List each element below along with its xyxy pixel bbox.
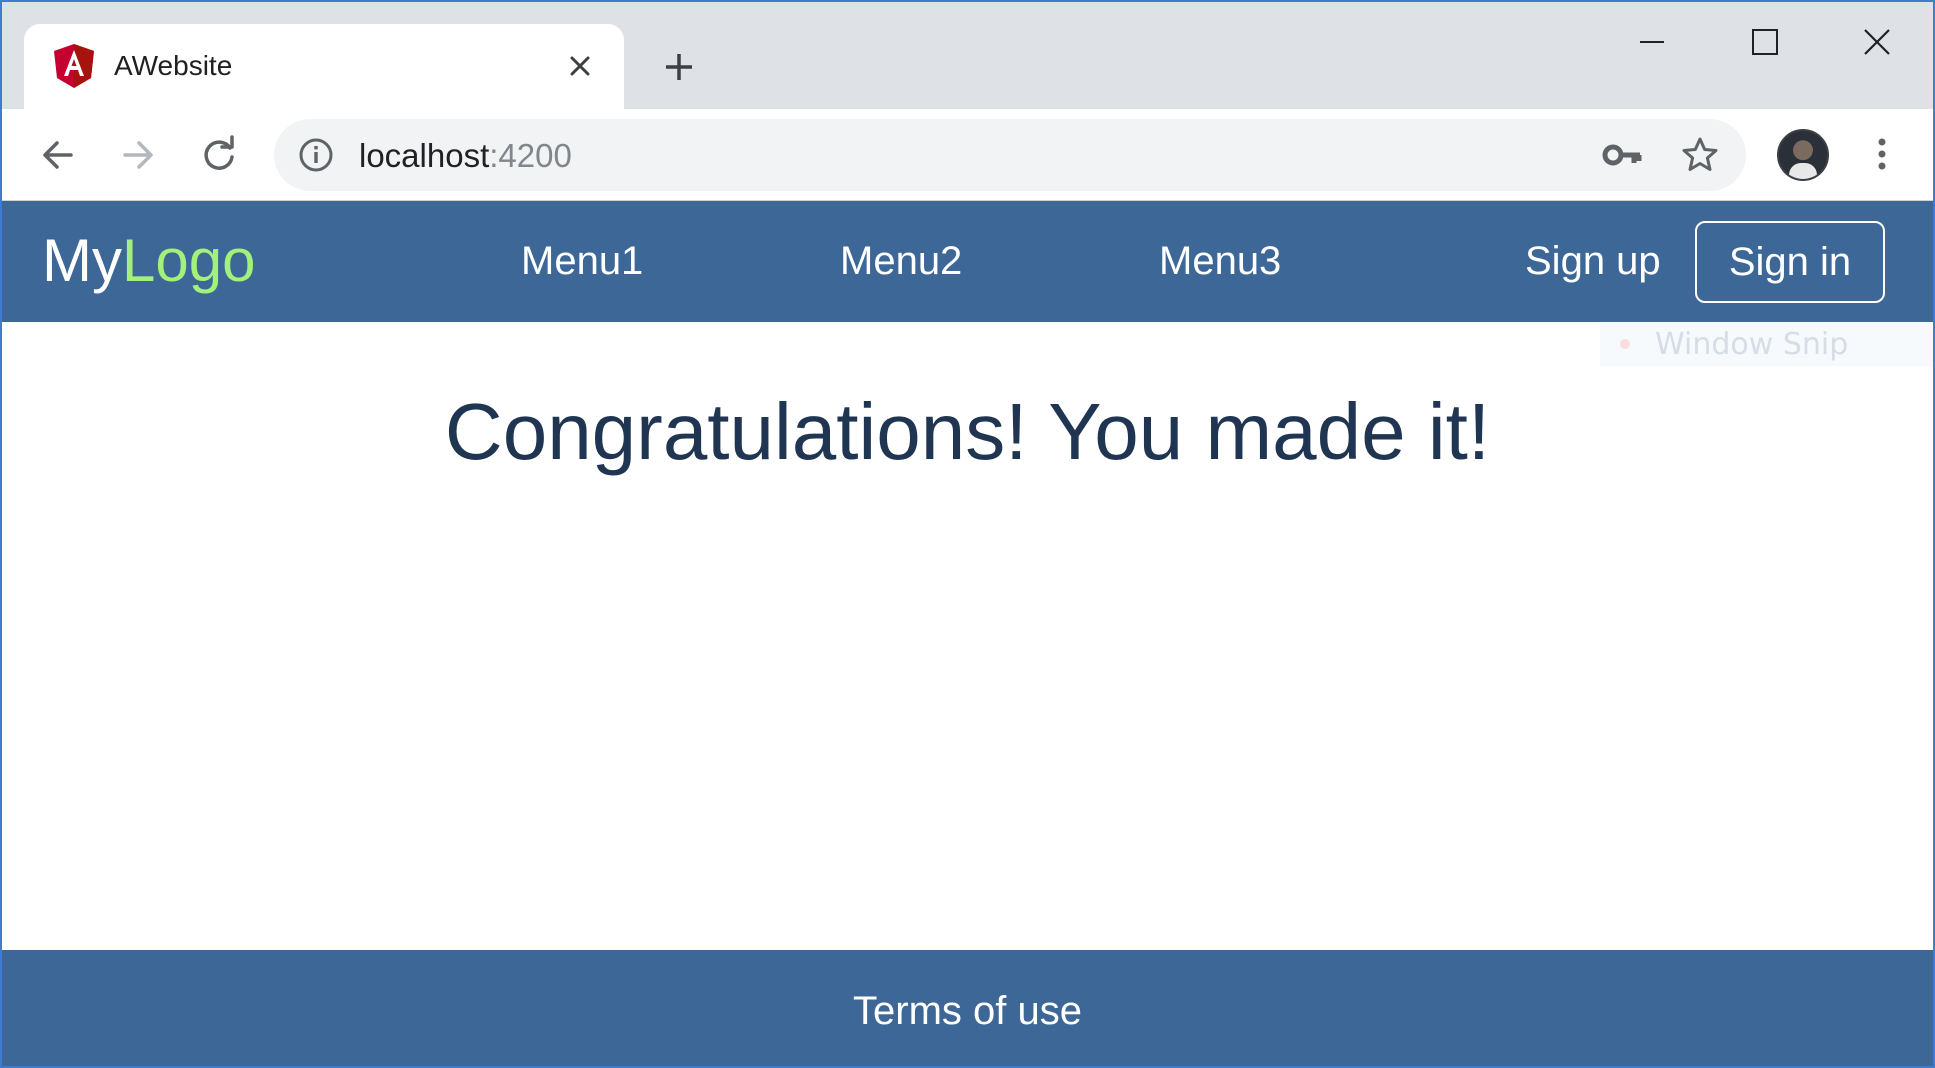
window-snip-overlay: Window Snip: [1600, 322, 1933, 366]
url-port: :4200: [489, 137, 572, 174]
record-dot-icon: [1620, 339, 1630, 349]
browser-tab[interactable]: AWebsite: [24, 24, 624, 111]
back-arrow-icon[interactable]: [35, 132, 81, 178]
page-heading: Congratulations! You made it!: [444, 387, 1491, 476]
browser-toolbar: localhost:4200: [2, 109, 1933, 201]
sign-in-button[interactable]: Sign in: [1695, 221, 1885, 303]
new-tab-icon[interactable]: [662, 50, 696, 84]
star-icon[interactable]: [1680, 135, 1720, 175]
nav-menu2[interactable]: Menu2: [840, 236, 962, 286]
info-icon[interactable]: [298, 137, 334, 173]
close-tab-icon[interactable]: [564, 50, 596, 82]
nav-menu1[interactable]: Menu1: [521, 236, 643, 286]
site-logo[interactable]: MyLogo: [42, 228, 255, 294]
logo-part-logo: Logo: [121, 227, 256, 294]
minimize-icon[interactable]: [1632, 22, 1672, 62]
window-close-icon[interactable]: [1857, 22, 1897, 62]
app-navbar: MyLogo Menu1 Menu2 Menu3 Sign up Sign in: [2, 201, 1933, 322]
address-bar[interactable]: localhost:4200: [274, 119, 1746, 191]
url-host: localhost: [359, 137, 490, 174]
url-text[interactable]: localhost:4200: [359, 137, 572, 175]
app-footer: Terms of use: [2, 950, 1933, 1066]
snip-label: Window Snip: [1655, 327, 1849, 362]
tab-strip: AWebsite: [2, 2, 1933, 111]
angular-icon: [54, 44, 94, 88]
profile-avatar[interactable]: [1777, 129, 1829, 181]
terms-of-use-link[interactable]: Terms of use: [2, 986, 1933, 1036]
kebab-menu-icon[interactable]: [1862, 134, 1902, 174]
nav-menu3[interactable]: Menu3: [1159, 236, 1281, 286]
maximize-icon[interactable]: [1745, 22, 1785, 62]
forward-arrow-icon[interactable]: [115, 132, 161, 178]
reload-icon[interactable]: [196, 132, 242, 178]
tab-title: AWebsite: [114, 50, 233, 81]
browser-window: AWebsite localhost:4200 MyLogo Menu1 Men…: [0, 0, 1935, 1068]
key-icon[interactable]: [1602, 137, 1642, 173]
logo-part-my: My: [42, 227, 122, 294]
sign-up-link[interactable]: Sign up: [1525, 236, 1661, 286]
